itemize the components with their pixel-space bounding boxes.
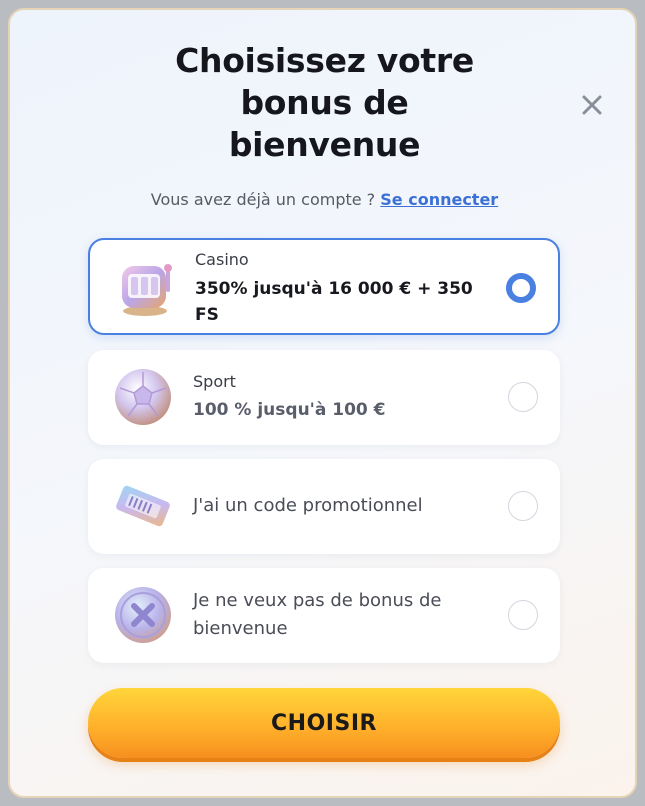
bonus-option-no-bonus[interactable]: Je ne veux pas de bonus de bienvenue: [88, 568, 560, 663]
modal-title-line: bonus de: [240, 83, 409, 122]
option-text-line: bienvenue: [193, 618, 288, 639]
option-radio[interactable]: [506, 273, 536, 303]
option-radio[interactable]: [508, 491, 538, 521]
modal-title-line: bienvenue: [228, 125, 421, 164]
login-link[interactable]: Se connecter: [380, 190, 498, 209]
modal-title: Choisissez votre bonus de bienvenue: [10, 40, 635, 166]
option-text-line: Je ne veux pas de bonus de: [193, 590, 442, 611]
option-label: Sport: [193, 372, 236, 391]
close-button[interactable]: [575, 88, 609, 122]
option-radio[interactable]: [508, 382, 538, 412]
option-text: J'ai un code promotionnel: [193, 495, 423, 516]
slot-machine-icon: [122, 264, 172, 316]
welcome-bonus-modal: Choisissez votre bonus de bienvenue Vous…: [8, 8, 637, 798]
login-prompt: Vous avez déjà un compte ? Se connecter: [10, 190, 635, 209]
option-value: 350% jusqu'à 16 000 € + 350 FS: [195, 276, 473, 328]
ticket-icon: [116, 485, 170, 527]
no-bonus-coin-icon: [115, 587, 171, 643]
option-value-line: FS: [195, 305, 219, 325]
choose-button[interactable]: CHOISIR: [88, 688, 560, 758]
bonus-option-promo-code[interactable]: J'ai un code promotionnel: [88, 459, 560, 554]
option-text: Je ne veux pas de bonus de bienvenue: [193, 587, 441, 643]
bonus-option-sport[interactable]: Sport 100 % jusqu'à 100 €: [88, 350, 560, 445]
option-label: Casino: [195, 250, 249, 269]
soccer-ball-icon: [115, 369, 171, 425]
login-prompt-text: Vous avez déjà un compte ?: [150, 190, 376, 209]
modal-title-line: Choisissez votre: [175, 41, 474, 80]
bonus-option-casino[interactable]: Casino 350% jusqu'à 16 000 € + 350 FS: [88, 238, 560, 335]
option-value: 100 % jusqu'à 100 €: [193, 400, 386, 420]
option-value-line: 350% jusqu'à 16 000 € + 350: [195, 279, 473, 299]
option-radio[interactable]: [508, 600, 538, 630]
close-icon: [582, 95, 602, 115]
